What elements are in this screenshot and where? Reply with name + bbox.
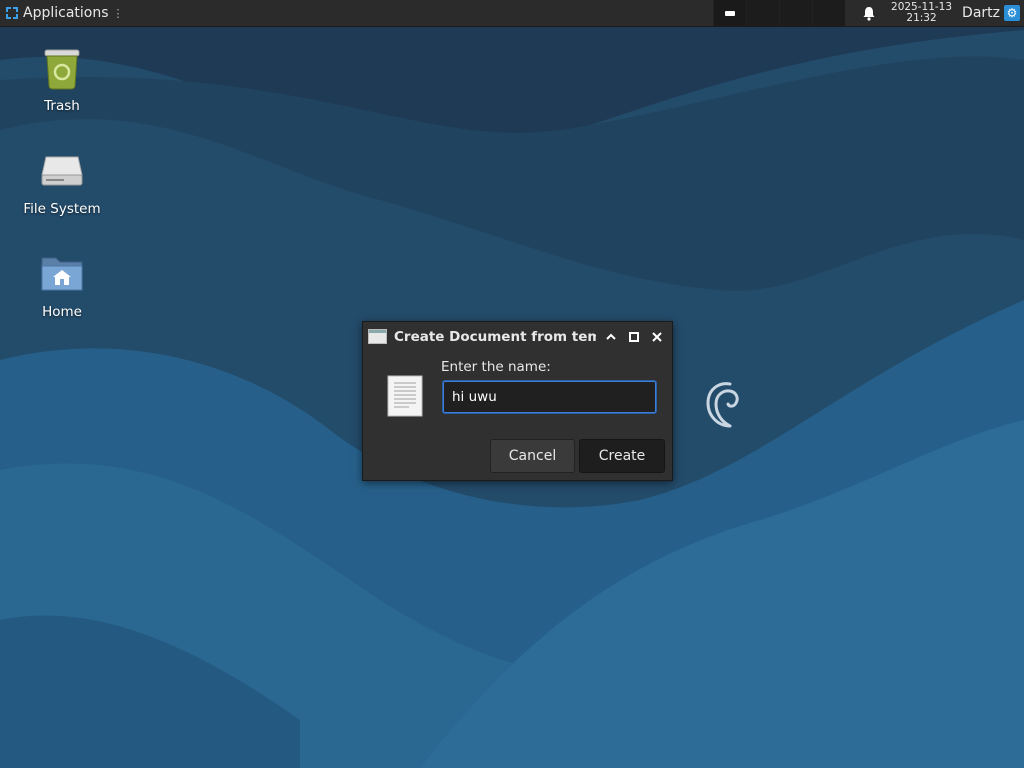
desktop-icon-home[interactable]: Home [12, 250, 112, 320]
applications-label: Applications [23, 5, 109, 21]
dialog-titlebar[interactable]: Create Document from templ [363, 322, 672, 351]
cancel-button[interactable]: Cancel [490, 439, 575, 473]
desktop-icon-trash[interactable]: Trash [12, 44, 112, 114]
shade-button[interactable] [602, 328, 620, 346]
close-icon [652, 331, 662, 342]
maximize-icon [629, 331, 639, 342]
desktop-icon-label: File System [23, 201, 101, 217]
debian-swirl-icon [706, 382, 739, 428]
close-button[interactable] [648, 328, 666, 346]
desktop-icon-label: Home [42, 304, 82, 320]
home-folder-icon [41, 257, 83, 291]
desktop-icon-label: Trash [44, 98, 80, 114]
document-icon [387, 375, 423, 417]
notifications-bell-icon[interactable] [859, 0, 879, 26]
desktop-icon-file-system[interactable]: File System [12, 147, 112, 217]
window-icon [368, 329, 387, 344]
applications-menu-button[interactable]: Applications ⋮ [0, 0, 128, 26]
trash-icon [44, 49, 80, 90]
clock-time: 21:32 [906, 12, 937, 24]
create-document-dialog: Create Document from templ Enter the nam… [362, 321, 673, 481]
user-menu-button[interactable]: Dartz [962, 5, 1000, 21]
clock[interactable]: 2025-11-13 21:32 [891, 2, 952, 24]
workspace-3[interactable] [779, 0, 813, 26]
dialog-title: Create Document from templ [394, 328, 596, 345]
xfce-logo-icon [6, 7, 18, 19]
drive-icon [41, 156, 83, 186]
workspace-4[interactable] [812, 0, 846, 26]
workspace-switcher [713, 0, 846, 26]
menu-separator-icon: ⋮ [112, 6, 124, 20]
document-name-input[interactable] [442, 380, 657, 414]
name-prompt-label: Enter the name: [441, 359, 551, 375]
workspace-2[interactable] [746, 0, 780, 26]
gear-icon[interactable]: ⚙ [1004, 5, 1020, 21]
create-button[interactable]: Create [579, 439, 665, 473]
window-preview-icon [725, 10, 736, 16]
maximize-button[interactable] [625, 328, 643, 346]
top-panel: Applications ⋮ 2025-11-13 21:32 Dartz ⚙ [0, 0, 1024, 27]
chevron-up-icon [606, 333, 616, 340]
workspace-1[interactable] [713, 0, 747, 26]
